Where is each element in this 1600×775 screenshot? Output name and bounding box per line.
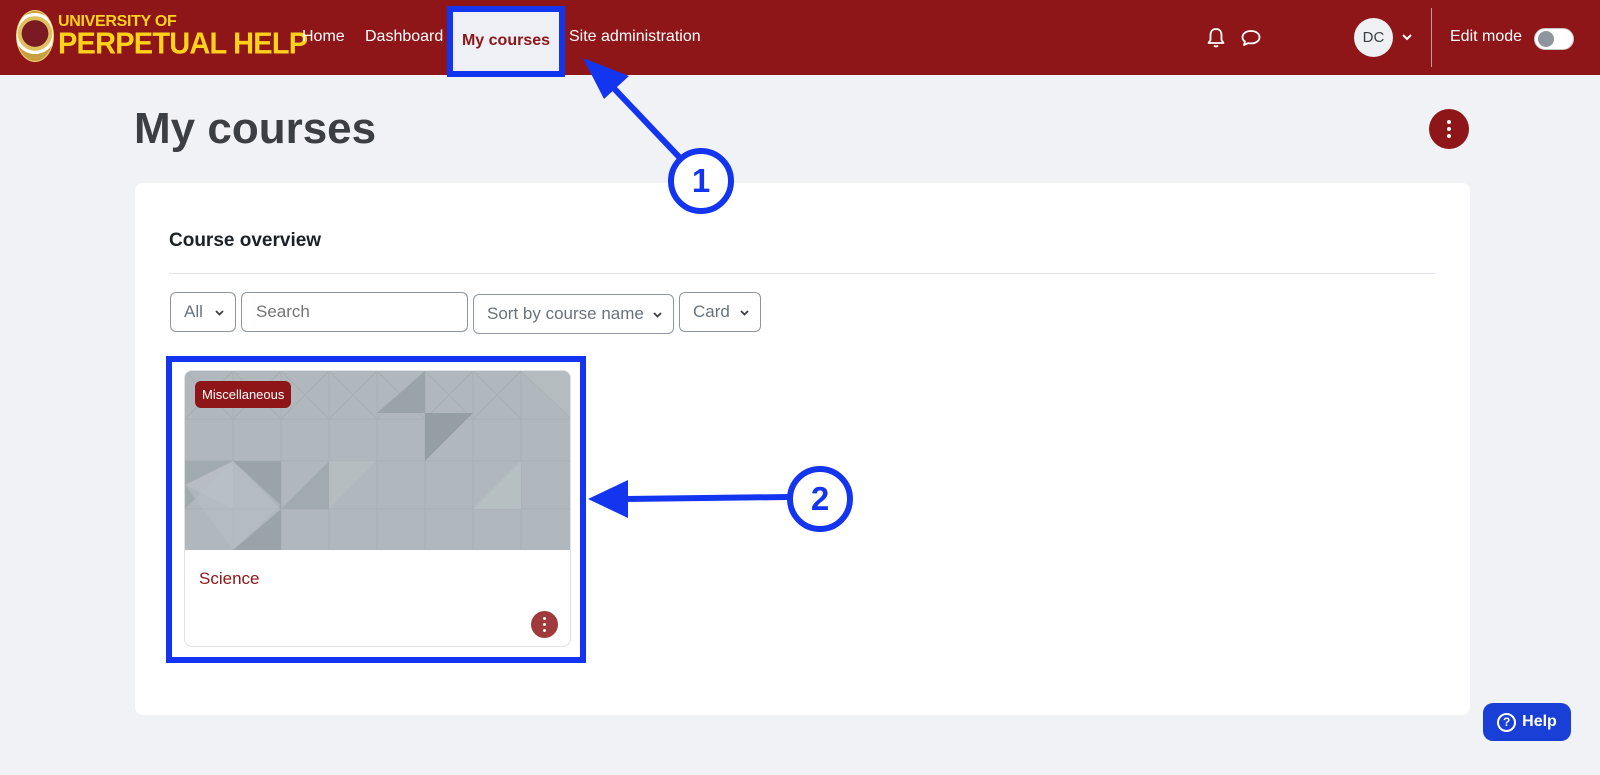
display-mode-value: Card xyxy=(693,302,730,321)
help-button[interactable]: ? Help xyxy=(1483,703,1571,741)
course-category-badge: Miscellaneous xyxy=(195,381,292,408)
edit-mode-label: Edit mode xyxy=(1450,28,1523,45)
annotation-callout-1: 1 xyxy=(668,148,734,214)
messages-chat-icon[interactable] xyxy=(1240,28,1262,48)
display-mode-dropdown[interactable]: Card xyxy=(679,292,761,332)
user-avatar[interactable]: DC xyxy=(1354,18,1393,57)
university-seal-icon xyxy=(16,10,54,62)
grouping-filter-value: All xyxy=(184,302,203,321)
section-divider xyxy=(169,273,1435,274)
navbar-divider xyxy=(1431,8,1432,67)
help-label: Help xyxy=(1522,713,1557,730)
chevron-down-icon xyxy=(653,312,662,318)
nav-my-courses[interactable]: My courses xyxy=(447,6,565,76)
brand-line2: PERPETUAL HELP xyxy=(58,26,308,61)
course-actions-menu-button[interactable] xyxy=(531,611,558,638)
nav-dashboard[interactable]: Dashboard xyxy=(365,28,443,46)
nav-home[interactable]: Home xyxy=(302,28,345,46)
course-card[interactable]: Miscellaneous Science xyxy=(184,370,571,647)
edit-mode-toggle[interactable] xyxy=(1534,28,1574,50)
sort-dropdown[interactable]: Sort by course name xyxy=(473,294,674,334)
user-menu-chevron-down-icon[interactable] xyxy=(1400,30,1414,44)
course-search-input[interactable] xyxy=(241,292,468,332)
course-name-link[interactable]: Science xyxy=(199,569,259,589)
nav-site-administration[interactable]: Site administration xyxy=(569,28,701,46)
annotation-callout-2: 2 xyxy=(787,466,853,532)
question-icon: ? xyxy=(1497,712,1517,732)
arrow-1-line xyxy=(603,77,685,163)
course-card-image[interactable]: Miscellaneous xyxy=(185,371,570,550)
grouping-filter-dropdown[interactable]: All xyxy=(170,292,236,332)
page-title: My courses xyxy=(134,104,377,153)
sort-value: Sort by course name xyxy=(487,304,644,323)
chevron-down-icon xyxy=(215,310,224,316)
kebab-vertical-icon xyxy=(1447,119,1451,140)
kebab-vertical-icon xyxy=(542,616,547,634)
top-navbar: UNIVERSITY OF PERPETUAL HELP Home Dashbo… xyxy=(0,0,1600,76)
chevron-down-icon xyxy=(740,310,749,316)
page-actions-menu-button[interactable] xyxy=(1429,109,1469,149)
course-overview-title: Course overview xyxy=(169,230,322,251)
site-logo[interactable]: UNIVERSITY OF PERPETUAL HELP xyxy=(16,10,308,62)
notifications-bell-icon[interactable] xyxy=(1206,27,1226,49)
